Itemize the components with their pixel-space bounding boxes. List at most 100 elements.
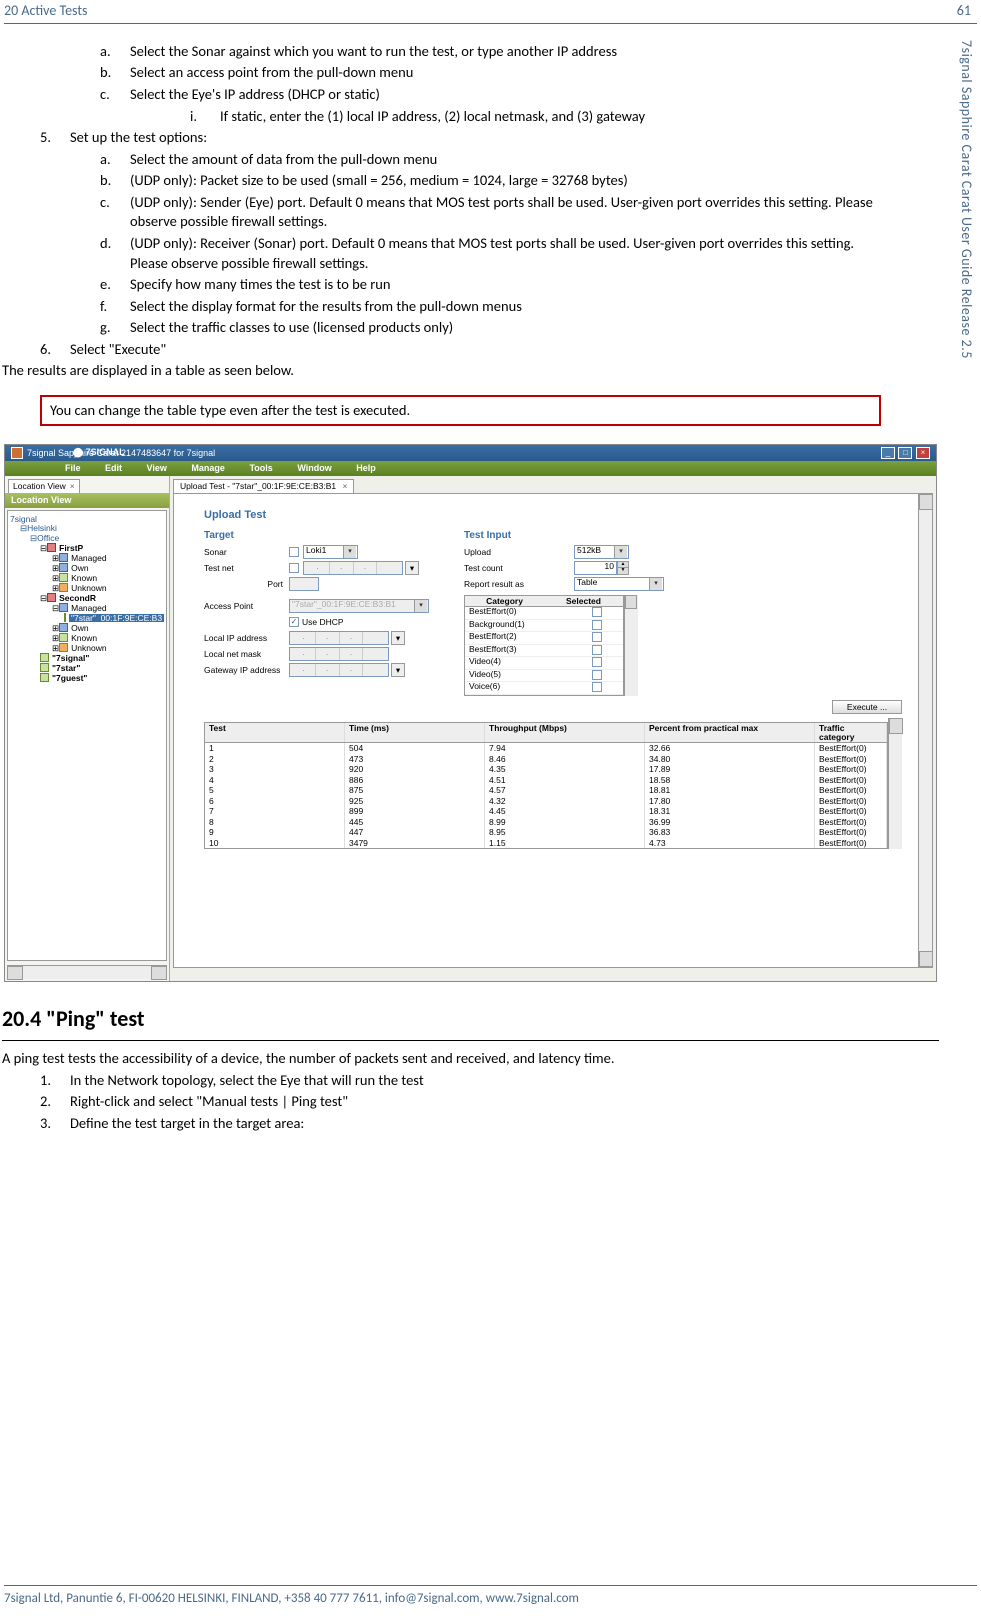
testnet-checkbox[interactable] [289, 563, 299, 573]
tree-item[interactable]: "7signal" [10, 653, 164, 663]
tab-label: Upload Test - "7star"_00:1F:9E:CE:B3:B1 [180, 481, 336, 491]
menu-manage[interactable]: Manage [191, 463, 225, 473]
tree-item[interactable]: ⊞ Known [10, 633, 164, 643]
cell-percent: 36.99 [645, 817, 815, 828]
tree-label: Own [71, 564, 88, 573]
left-tab[interactable]: Location View× [8, 479, 80, 493]
tree-item[interactable]: "7guest" [10, 673, 164, 683]
tree-item[interactable]: ⊞ Own [10, 563, 164, 573]
cell-category: BestEffort(0) [815, 754, 887, 765]
tree-item[interactable]: "7star" [10, 663, 164, 673]
tree-item[interactable]: ⊞ Unknown [10, 643, 164, 653]
scrollbar-vertical[interactable] [918, 494, 932, 967]
tree-office[interactable]: ⊟ Office [10, 534, 164, 544]
results-row[interactable]: 15047.9432.66BestEffort(0) [205, 743, 887, 754]
scrollbar-horizontal[interactable] [7, 965, 167, 979]
tree-item[interactable]: ⊞ Managed [10, 553, 164, 563]
cell-test: 8 [205, 817, 345, 828]
ap-select[interactable]: "7star"_00:1F:9E:CE:B3:B1 [289, 599, 429, 613]
tree-root[interactable]: 7signal [10, 515, 37, 524]
dhcp-checkbox[interactable]: ✓ [289, 617, 299, 627]
cell-time: 447 [345, 827, 485, 838]
location-tree[interactable]: 7signal ⊟ Helsinki ⊟ Office ⊟ FirstP ⊞ M… [7, 510, 167, 962]
category-table[interactable]: Category Selected BestEffort(0)Backgroun… [464, 595, 624, 696]
results-row[interactable]: 48864.5118.58BestEffort(0) [205, 775, 887, 786]
ip-helper-button[interactable]: ▾ [391, 631, 405, 645]
gateway-ip-field: Gateway IP address ... ▾ [204, 663, 444, 677]
testcount-input[interactable]: 10 [574, 561, 617, 575]
port-input[interactable] [289, 577, 319, 591]
testnet-ip-input[interactable]: ... [303, 561, 403, 575]
scrollbar-vertical[interactable] [624, 595, 638, 696]
step-5f: f. Select the display format for the res… [100, 297, 941, 317]
ip-helper-button[interactable]: ▾ [405, 561, 419, 575]
gateway-ip-input[interactable]: ... [289, 663, 389, 677]
cat-checkbox[interactable] [592, 657, 602, 667]
menu-tools[interactable]: Tools [249, 463, 272, 473]
folder-icon [59, 573, 68, 582]
cell-percent: 18.58 [645, 775, 815, 786]
tree-selected[interactable]: "7star"_00:1F:9E:CE:B3 [10, 613, 164, 623]
results-row[interactable]: 94478.9536.83BestEffort(0) [205, 827, 887, 838]
tab-close-icon[interactable]: × [70, 481, 75, 491]
cell-test: 9 [205, 827, 345, 838]
window-controls: _ □ × [880, 447, 930, 459]
close-button[interactable]: × [916, 447, 930, 459]
tree-item[interactable]: ⊞ Own [10, 623, 164, 633]
category-row[interactable]: Voice(6) [465, 682, 623, 695]
results-row[interactable]: 84458.9936.99BestEffort(0) [205, 817, 887, 828]
menu-file[interactable]: File [65, 463, 81, 473]
cell-percent: 36.83 [645, 827, 815, 838]
report-select[interactable]: Table [574, 577, 664, 591]
col-category: Traffic category [815, 723, 887, 742]
local-ip-input[interactable]: ... [289, 631, 389, 645]
tree-label: Managed [71, 604, 106, 613]
results-row[interactable]: 39204.3517.89BestEffort(0) [205, 764, 887, 775]
cat-checkbox[interactable] [592, 682, 602, 692]
col-test: Test [205, 723, 345, 742]
cat-col-category: Category [465, 596, 544, 607]
results-row[interactable]: 24738.4634.80BestEffort(0) [205, 754, 887, 765]
tree-managed[interactable]: ⊟ Managed [10, 603, 164, 613]
execute-button[interactable]: Execute ... [832, 700, 902, 715]
menu-help[interactable]: Help [356, 463, 376, 473]
page-footer: 7signal Ltd, Panuntie 6, FI-00620 HELSIN… [0, 1585, 981, 1608]
local-netmask-input[interactable]: ... [289, 647, 389, 661]
menu-view[interactable]: View [147, 463, 167, 473]
test-input-heading: Test Input [464, 531, 902, 541]
sonar-checkbox[interactable] [289, 547, 299, 557]
text: In the Network topology, select the Eye … [70, 1071, 941, 1091]
sonar-field: Sonar Loki1 [204, 545, 444, 559]
tree-item[interactable]: ⊞ Unknown [10, 583, 164, 593]
cat-checkbox[interactable] [592, 645, 602, 655]
minimize-button[interactable]: _ [881, 447, 895, 459]
cat-checkbox[interactable] [592, 620, 602, 630]
results-row[interactable]: 1034791.154.73BestEffort(0) [205, 838, 887, 849]
marker: e. [100, 275, 130, 295]
cell-throughput: 4.57 [485, 785, 645, 796]
results-row[interactable]: 58754.5718.81BestEffort(0) [205, 785, 887, 796]
tree-secondr[interactable]: ⊟ SecondR [10, 593, 164, 603]
tree-firstp[interactable]: ⊟ FirstP [10, 543, 164, 553]
results-row[interactable]: 69254.3217.80BestEffort(0) [205, 796, 887, 807]
cat-checkbox[interactable] [592, 632, 602, 642]
spinner-down[interactable]: ▼ [618, 568, 628, 574]
cell-throughput: 1.15 [485, 838, 645, 849]
right-tab[interactable]: Upload Test - "7star"_00:1F:9E:CE:B3:B1 … [173, 479, 354, 493]
maximize-button[interactable]: □ [898, 447, 912, 459]
upload-select[interactable]: 512kB [574, 545, 629, 559]
scrollbar-vertical[interactable] [888, 718, 902, 849]
results-row[interactable]: 78994.4518.31BestEffort(0) [205, 806, 887, 817]
doc-side-title: 7signal Sapphire Carat Carat User Guide … [956, 40, 975, 359]
tree-item[interactable]: ⊞ Known [10, 573, 164, 583]
tab-close-icon[interactable]: × [343, 481, 348, 491]
ip-helper-button[interactable]: ▾ [391, 663, 405, 677]
cat-checkbox[interactable] [592, 670, 602, 680]
menu-window[interactable]: Window [297, 463, 331, 473]
app-window: 7signal Sapphire Carat 2147483647 for 7s… [4, 444, 937, 982]
menu-edit[interactable]: Edit [105, 463, 122, 473]
sonar-select[interactable]: Loki1 [303, 545, 358, 559]
sonar-label: Sonar [204, 548, 289, 557]
local-ip-label: Local IP address [204, 634, 289, 643]
cat-checkbox[interactable] [592, 607, 602, 617]
